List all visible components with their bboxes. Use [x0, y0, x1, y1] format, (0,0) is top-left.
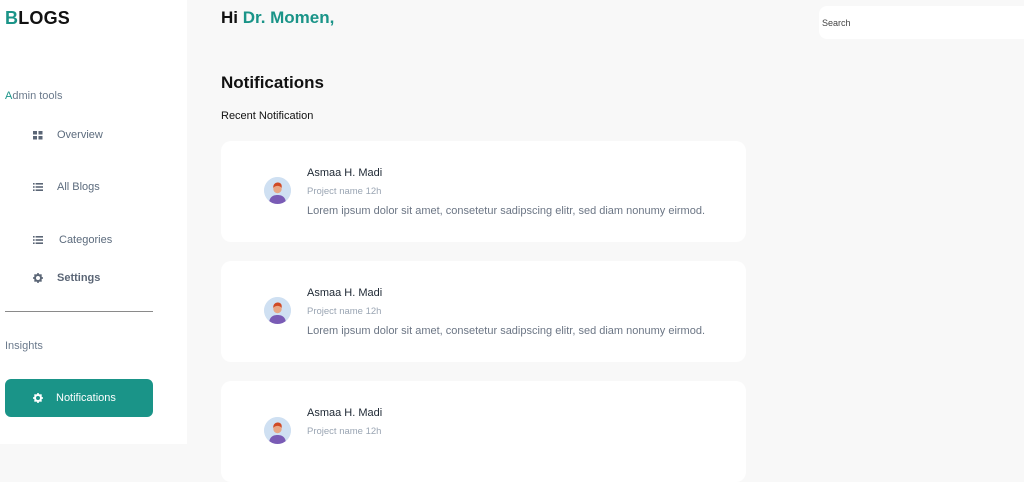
- notification-author: Asmaa H. Madi: [307, 407, 383, 419]
- sidebar-item-label: All Blogs: [57, 181, 100, 193]
- sidebar-item-label: Settings: [57, 272, 101, 284]
- notification-meta: Project name 12h: [307, 186, 382, 197]
- admin-label-rest: dmin tools: [12, 90, 63, 102]
- insights-label: Insights: [5, 340, 43, 352]
- logo-first-letter: B: [5, 8, 19, 28]
- notification-meta: Project name 12h: [307, 306, 382, 317]
- notification-author: Asmaa H. Madi: [307, 287, 383, 299]
- sidebar-divider: [5, 311, 153, 312]
- notification-body: Lorem ipsum dolor sit amet, consetetur s…: [307, 325, 706, 337]
- sidebar-item-label: Categories: [59, 234, 113, 246]
- notification-card[interactable]: Asmaa H. Madi Project name 12h Lorem ips…: [221, 261, 746, 362]
- user-name: Dr. Momen,: [242, 8, 335, 27]
- notification-card[interactable]: Asmaa H. Madi Project name 12h: [221, 381, 746, 482]
- sidebar-item-categories[interactable]: Categories: [5, 228, 153, 252]
- avatar: [264, 177, 291, 204]
- grid-icon: [33, 130, 43, 140]
- gear-icon: [33, 273, 43, 283]
- sidebar-item-settings[interactable]: Settings: [5, 266, 153, 290]
- greeting-text: Hi: [221, 8, 238, 27]
- sidebar-item-all-blogs[interactable]: All Blogs: [5, 175, 153, 199]
- sidebar-item-label: Overview: [57, 129, 103, 141]
- sidebar-item-notifications[interactable]: Notifications: [5, 379, 153, 417]
- list-icon: [33, 235, 43, 245]
- notification-author: Asmaa H. Madi: [307, 167, 383, 179]
- avatar: [264, 417, 291, 444]
- sidebar-item-overview[interactable]: Overview: [5, 123, 153, 147]
- list-icon: [33, 182, 43, 192]
- sidebar-item-label: Notifications: [56, 392, 116, 404]
- notification-meta: Project name 12h: [307, 426, 382, 437]
- sidebar: BLOGS Admin tools Overview All Blogs Cat…: [0, 0, 187, 444]
- logo-rest: LOGS: [18, 8, 71, 28]
- section-subtitle: Recent Notification: [221, 110, 314, 122]
- notification-card[interactable]: Asmaa H. Madi Project name 12h Lorem ips…: [221, 141, 746, 242]
- app-logo[interactable]: BLOGS: [5, 8, 70, 29]
- search-input[interactable]: [819, 6, 1024, 39]
- notification-body: Lorem ipsum dolor sit amet, consetetur s…: [307, 205, 706, 217]
- avatar: [264, 297, 291, 324]
- admin-tools-label: Admin tools: [5, 90, 62, 102]
- gear-icon: [33, 393, 43, 403]
- page-title: Notifications: [221, 73, 324, 92]
- greeting: Hi Dr. Momen,: [221, 8, 334, 28]
